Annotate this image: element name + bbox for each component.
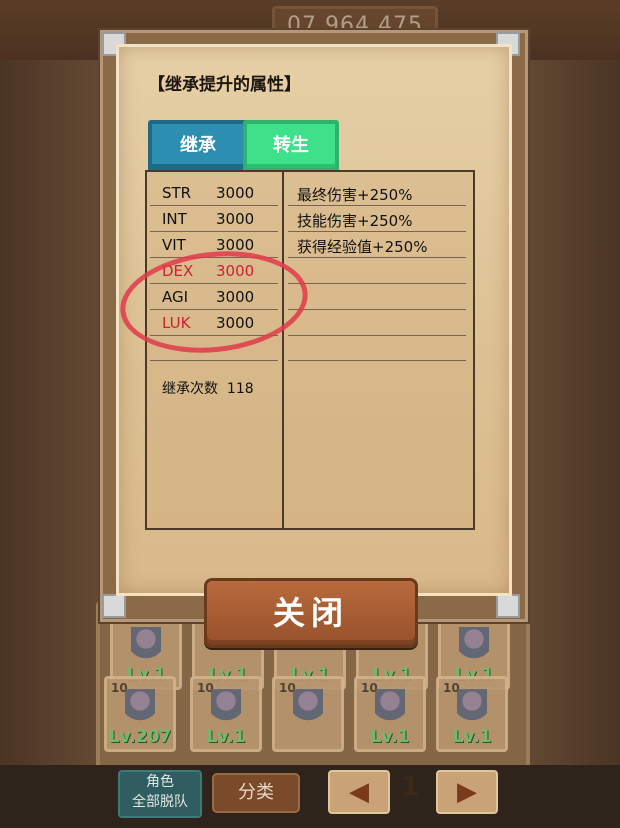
bonus-exp: 获得经验值+250% xyxy=(297,238,428,256)
inherit-count: 继承次数 118 xyxy=(162,378,254,398)
category-button[interactable]: 分类 xyxy=(212,773,300,813)
tab-rebirth[interactable]: 转生 xyxy=(243,120,339,172)
stat-name-vit: VIT xyxy=(162,236,186,254)
row-divider xyxy=(150,205,278,206)
disband-all-button[interactable]: 角色 全部脱队 xyxy=(118,770,202,818)
character-slot[interactable]: 10 Lv.1 xyxy=(190,676,262,752)
character-slot[interactable]: 10 Lv.1 xyxy=(354,676,426,752)
character-icon xyxy=(375,689,405,729)
row-divider xyxy=(288,231,466,232)
character-icon xyxy=(457,689,487,729)
character-slot[interactable]: 10 xyxy=(272,676,344,752)
tab-inherit[interactable]: 继承 xyxy=(148,120,248,172)
character-icon xyxy=(293,689,323,729)
panel-title: 【继承提升的属性】 xyxy=(148,75,301,95)
character-slot[interactable]: 10 Lv.1 xyxy=(436,676,508,752)
character-icon xyxy=(131,627,161,667)
slot-level: Lv.207 xyxy=(108,727,172,747)
page-number: 1 xyxy=(400,772,420,802)
next-page-button[interactable]: ▶ xyxy=(436,770,498,814)
row-divider xyxy=(288,205,466,206)
stat-name-int: INT xyxy=(162,210,187,228)
role-label: 角色 xyxy=(146,774,174,790)
row-divider xyxy=(150,231,278,232)
character-slot[interactable]: 10 Lv.207 xyxy=(104,676,176,752)
frame-corner xyxy=(496,594,520,618)
row-divider xyxy=(288,257,466,258)
bottom-bar xyxy=(0,765,620,828)
stat-value-int: 3000 xyxy=(216,210,255,228)
row-divider xyxy=(150,360,278,361)
character-icon xyxy=(211,689,241,729)
inherit-count-value: 118 xyxy=(226,381,254,397)
stat-name-str: STR xyxy=(162,184,192,202)
row-divider xyxy=(288,309,466,310)
row-divider xyxy=(288,360,466,361)
column-divider xyxy=(282,170,284,528)
inherit-count-label: 继承次数 xyxy=(162,381,218,397)
frame-corner xyxy=(102,594,126,618)
bonus-final-damage: 最终伤害+250% xyxy=(297,186,413,204)
character-icon xyxy=(125,689,155,729)
row-divider xyxy=(288,335,466,336)
prev-page-button[interactable]: ◀ xyxy=(328,770,390,814)
stat-value-str: 3000 xyxy=(216,184,255,202)
row-divider xyxy=(288,283,466,284)
slot-level: Lv.1 xyxy=(452,727,492,747)
close-button[interactable]: 关闭 xyxy=(204,578,418,648)
slot-level: Lv.1 xyxy=(206,727,246,747)
disband-label: 全部脱队 xyxy=(132,794,188,810)
character-icon xyxy=(459,627,489,667)
slot-level: Lv.1 xyxy=(370,727,410,747)
bonus-skill-damage: 技能伤害+250% xyxy=(297,212,413,230)
